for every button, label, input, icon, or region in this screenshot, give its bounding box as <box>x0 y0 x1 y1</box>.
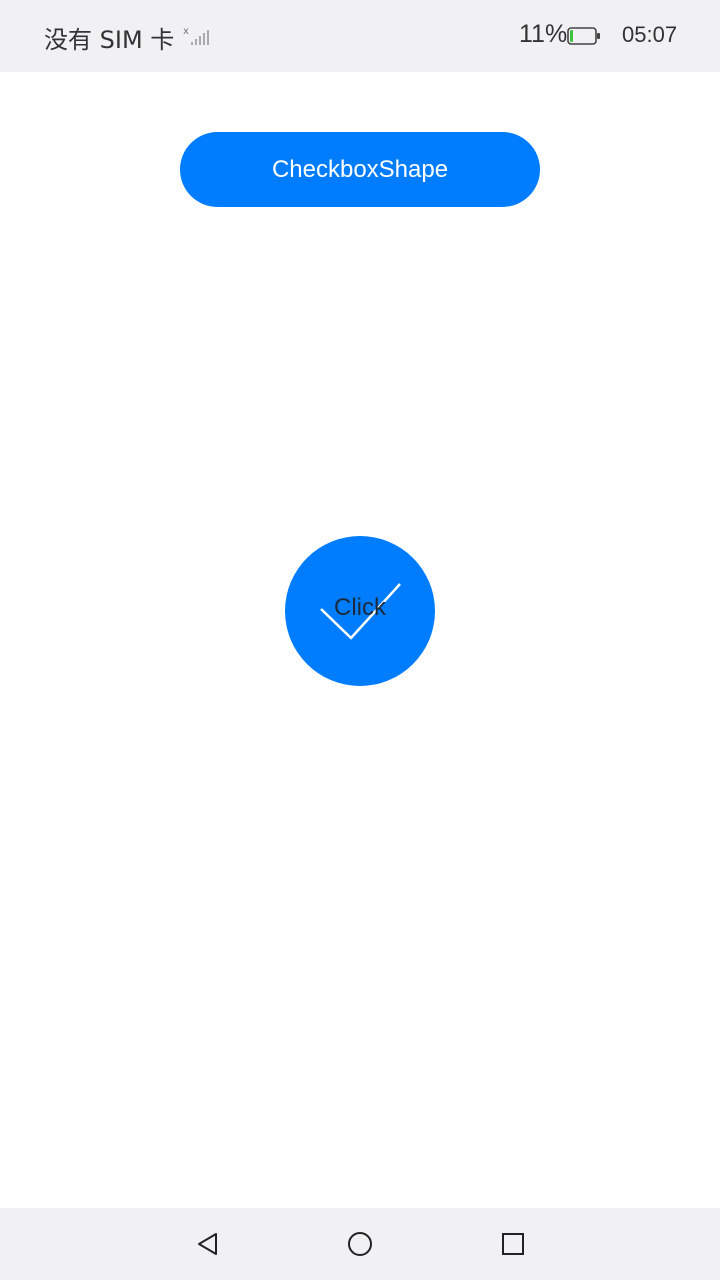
carrier-text: 没有 SIM 卡 <box>44 26 175 54</box>
checkbox-shape-button[interactable]: CheckboxShape <box>180 132 540 207</box>
signal-icon: x <box>183 26 209 45</box>
circle-checkbox[interactable]: Click <box>285 536 435 686</box>
clock: 05:07 <box>622 22 678 47</box>
status-bar: 没有 SIM 卡 x 11% 05:07 <box>0 0 720 72</box>
navigation-bar <box>0 1208 720 1280</box>
battery-percent: 11% <box>519 20 568 48</box>
checkbox-label: Click <box>334 594 386 621</box>
back-icon[interactable] <box>189 1226 225 1262</box>
recents-icon[interactable] <box>495 1226 531 1262</box>
home-icon[interactable] <box>342 1226 378 1262</box>
svg-text:x: x <box>183 26 189 37</box>
battery-icon <box>567 27 600 45</box>
